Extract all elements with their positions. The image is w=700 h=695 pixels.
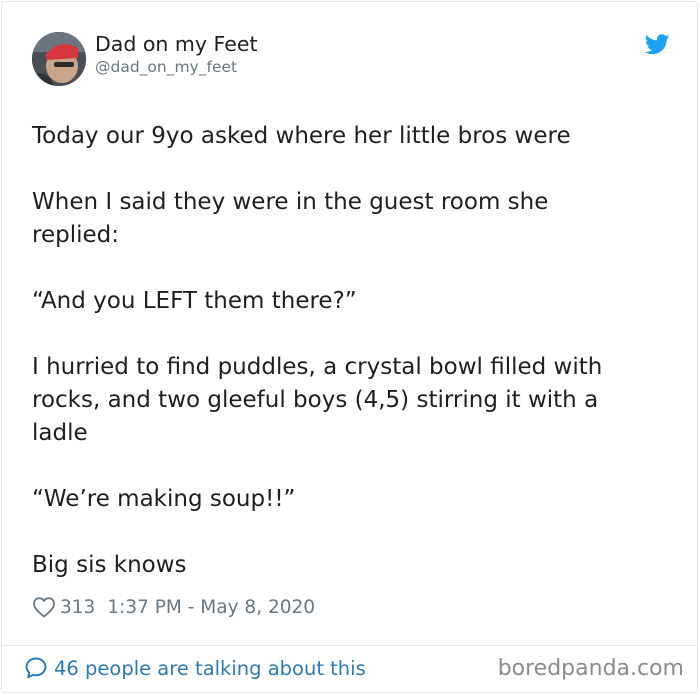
tweet-paragraph: When I said they were in the guest room … <box>32 189 549 248</box>
conversation-link-label: 46 people are talking about this <box>54 656 366 680</box>
twitter-bird-icon[interactable] <box>645 34 670 55</box>
tweet-body: Today our 9yo asked where her little bro… <box>32 120 642 582</box>
divider <box>1 645 697 646</box>
display-name[interactable]: Dad on my Feet <box>95 32 257 56</box>
tweet-paragraph: Today our 9yo asked where her little bro… <box>32 123 571 149</box>
avatar[interactable] <box>32 32 86 86</box>
user-handle[interactable]: @dad_on_my_feet <box>95 58 237 76</box>
tweet-paragraph: Big sis knows <box>32 552 187 578</box>
speech-bubble-icon <box>25 657 47 679</box>
conversation-link[interactable]: 46 people are talking about this <box>24 656 366 680</box>
like-count[interactable]: 313 <box>60 597 95 618</box>
tweet-paragraph: I hurried to find puddles, a crystal bow… <box>32 354 603 446</box>
tweet-header: Dad on my Feet @dad_on_my_feet <box>32 32 672 90</box>
source-watermark: boredpanda.com <box>497 656 684 681</box>
tweet-paragraph: “We’re making soup!!” <box>32 486 296 512</box>
heart-icon[interactable] <box>32 596 56 618</box>
tweet-paragraph: “And you LEFT them there?” <box>32 288 357 314</box>
timestamp[interactable]: 1:37 PM - May 8, 2020 <box>107 597 315 618</box>
tweet-meta: 313 1:37 PM - May 8, 2020 <box>32 594 315 620</box>
avatar-photo <box>32 32 86 86</box>
